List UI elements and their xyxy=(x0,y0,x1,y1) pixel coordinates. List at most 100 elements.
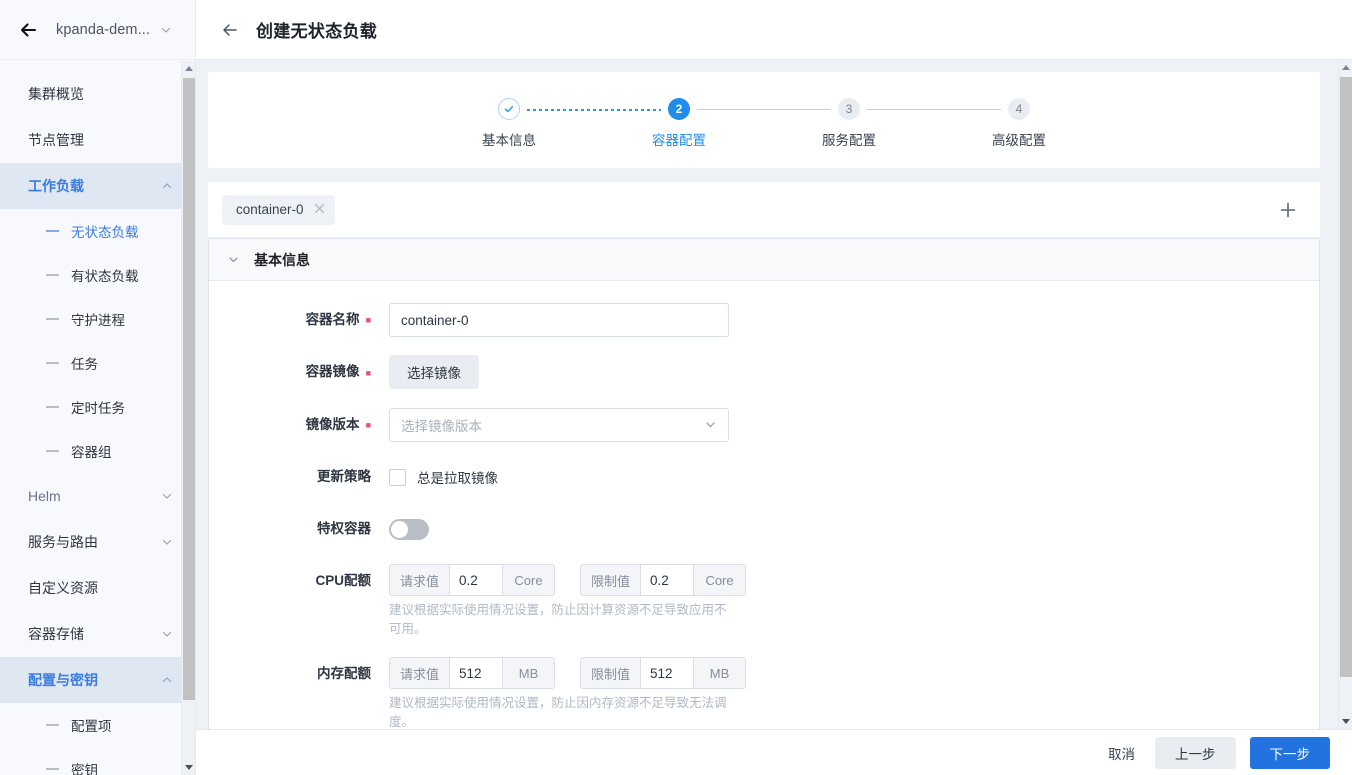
basic-info-card: 基本信息 容器名称 ■ container-0 容器镜像 ■ 选择镜像 镜像版本… xyxy=(208,238,1320,729)
form-row-cpu-quota: CPU配额 请求值 Core xyxy=(209,564,1319,639)
dash-icon xyxy=(46,724,59,726)
scroll-up-arrow-icon[interactable] xyxy=(182,61,196,76)
step-connector-solid xyxy=(867,108,1001,110)
chevron-down-icon[interactable] xyxy=(160,24,172,36)
sidebar-item-deployment[interactable]: 无状态负载 xyxy=(0,209,195,253)
sidebar-group-container-storage[interactable]: 容器存储 xyxy=(0,611,195,657)
memory-request-addon: 请求值 xyxy=(389,657,450,690)
label-image-version: 镜像版本 ■ xyxy=(209,408,371,442)
form-row-privileged: 特权容器 xyxy=(209,512,1319,546)
dash-icon xyxy=(46,362,59,364)
memory-limit-group: 限制值 MB xyxy=(580,657,747,690)
container-tabbar: container-0 xyxy=(208,182,1320,238)
label-memory-quota: 内存配额 xyxy=(209,657,371,691)
sidebar-item-label: 守护进程 xyxy=(71,313,125,328)
step-container-config[interactable]: 2 容器配置 xyxy=(594,97,831,149)
stepper-card: 基本信息 2 容器配置 3 服务配置 4 高级配置 xyxy=(208,72,1320,168)
label-text: CPU配额 xyxy=(315,573,371,589)
always-pull-image-checkbox[interactable] xyxy=(389,468,406,486)
previous-step-button[interactable]: 上一步 xyxy=(1155,736,1236,769)
label-update-policy: 更新策略 xyxy=(209,460,371,494)
sidebar-scrollbar[interactable] xyxy=(181,61,195,775)
sidebar-item-label: 密钥 xyxy=(71,763,98,775)
sidebar-item-custom-resource[interactable]: 自定义资源 xyxy=(0,565,195,611)
cpu-limit-input[interactable] xyxy=(640,564,695,597)
sidebar-item-daemonset[interactable]: 守护进程 xyxy=(0,297,195,341)
cpu-request-input[interactable] xyxy=(449,564,504,597)
required-mark: ■ xyxy=(365,315,371,326)
sidebar-item-cluster-overview[interactable]: 集群概览 xyxy=(0,71,195,117)
sidebar-item-label: 定时任务 xyxy=(71,401,125,416)
sidebar-scrollbar-thumb[interactable] xyxy=(183,78,195,700)
sidebar-nav-list: 集群概览 节点管理 工作负载 无状态负载 有状态负载 守护进程 任务 定时任务 … xyxy=(0,61,195,775)
memory-quota-hint: 建议根据实际使用情况设置，防止因内存资源不足导致无法调度。 xyxy=(389,696,727,729)
sidebar-item-label: 容器存储 xyxy=(28,626,84,642)
sidebar-group-services-routes[interactable]: 服务与路由 xyxy=(0,519,195,565)
page-title: 创建无状态负载 xyxy=(256,22,378,41)
cpu-limit-addon: 限制值 xyxy=(580,564,641,597)
memory-limit-input[interactable] xyxy=(640,657,695,690)
sidebar-group-config-secrets[interactable]: 配置与密钥 xyxy=(0,657,195,703)
sidebar-item-statefulset[interactable]: 有状态负载 xyxy=(0,253,195,297)
always-pull-image-row: 总是拉取镜像 xyxy=(389,460,498,494)
next-step-button[interactable]: 下一步 xyxy=(1249,736,1330,769)
scroll-up-arrow-icon[interactable] xyxy=(1339,60,1352,75)
container-tab-container-0[interactable]: container-0 xyxy=(222,194,335,225)
chevron-down-icon xyxy=(161,536,173,548)
form-row-image-version: 镜像版本 ■ 选择镜像版本 xyxy=(209,407,1319,442)
sidebar-header: kpanda-dem... xyxy=(0,0,195,60)
form-row-container-image: 容器镜像 ■ 选择镜像 xyxy=(209,355,1319,390)
sidebar-item-job[interactable]: 任务 xyxy=(0,341,195,385)
memory-limit-unit: MB xyxy=(694,657,747,690)
close-icon[interactable] xyxy=(314,203,325,216)
control-container-image: 选择镜像 xyxy=(389,355,479,390)
control-container-name xyxy=(389,303,729,337)
memory-quota-group: 请求值 MB 限制值 MB xyxy=(389,657,747,690)
memory-limit-addon: 限制值 xyxy=(580,657,641,690)
app-root: kpanda-dem... 集群概览 节点管理 工作负载 无状态负载 有状态负载… xyxy=(0,0,1352,775)
sidebar-item-secret[interactable]: 密钥 xyxy=(0,747,195,775)
memory-request-input[interactable] xyxy=(449,657,504,690)
add-container-button[interactable] xyxy=(1270,192,1306,228)
sidebar-item-cronjob[interactable]: 定时任务 xyxy=(0,385,195,429)
content-area: 基本信息 2 容器配置 3 服务配置 4 高级配置 container-0 基本… xyxy=(196,60,1352,729)
cancel-button[interactable]: 取消 xyxy=(1108,743,1135,763)
select-image-button[interactable]: 选择镜像 xyxy=(389,355,479,390)
privileged-toggle-wrap xyxy=(389,512,429,546)
label-text: 容器镜像 xyxy=(305,364,360,380)
sidebar-group-workloads[interactable]: 工作负载 xyxy=(0,163,195,209)
chevron-up-icon xyxy=(161,674,173,686)
cpu-request-addon: 请求值 xyxy=(389,564,450,597)
section-header-basic-info[interactable]: 基本信息 xyxy=(209,239,1319,281)
label-text: 镜像版本 xyxy=(305,416,360,432)
label-cpu-quota: CPU配额 xyxy=(209,564,371,598)
sidebar-item-label: 任务 xyxy=(71,357,98,372)
container-name-input[interactable] xyxy=(389,303,729,337)
main-scrollbar[interactable] xyxy=(1338,60,1352,729)
privileged-toggle[interactable] xyxy=(389,518,429,540)
step-advanced-config[interactable]: 4 高级配置 xyxy=(934,97,1104,149)
step-connector-solid xyxy=(697,108,831,110)
chevron-down-icon xyxy=(161,628,173,640)
main-scrollbar-thumb[interactable] xyxy=(1340,77,1352,677)
step-service-config[interactable]: 3 服务配置 xyxy=(764,97,1001,149)
image-version-placeholder: 选择镜像版本 xyxy=(401,418,482,434)
chevron-down-icon[interactable] xyxy=(227,253,240,266)
sidebar-item-configmap[interactable]: 配置项 xyxy=(0,703,195,747)
sidebar-item-pod[interactable]: 容器组 xyxy=(0,429,195,473)
sidebar-item-label: Helm xyxy=(28,488,61,504)
header-back-arrow-icon[interactable] xyxy=(218,18,242,42)
step-basic-info[interactable]: 基本信息 xyxy=(424,97,661,149)
toggle-knob xyxy=(391,520,408,538)
scroll-down-arrow-icon[interactable] xyxy=(1339,714,1352,729)
back-arrow-icon[interactable] xyxy=(14,16,42,44)
image-version-select[interactable]: 选择镜像版本 xyxy=(389,407,729,442)
project-name[interactable]: kpanda-dem... xyxy=(56,22,150,38)
control-image-version: 选择镜像版本 xyxy=(389,407,729,442)
wizard-footer: 取消 上一步 下一步 xyxy=(196,729,1352,775)
container-tab-label: container-0 xyxy=(236,202,304,217)
scroll-down-arrow-icon[interactable] xyxy=(182,760,196,775)
label-container-name: 容器名称 ■ xyxy=(209,303,371,337)
sidebar-group-helm[interactable]: Helm xyxy=(0,473,195,519)
sidebar-item-node-management[interactable]: 节点管理 xyxy=(0,117,195,163)
